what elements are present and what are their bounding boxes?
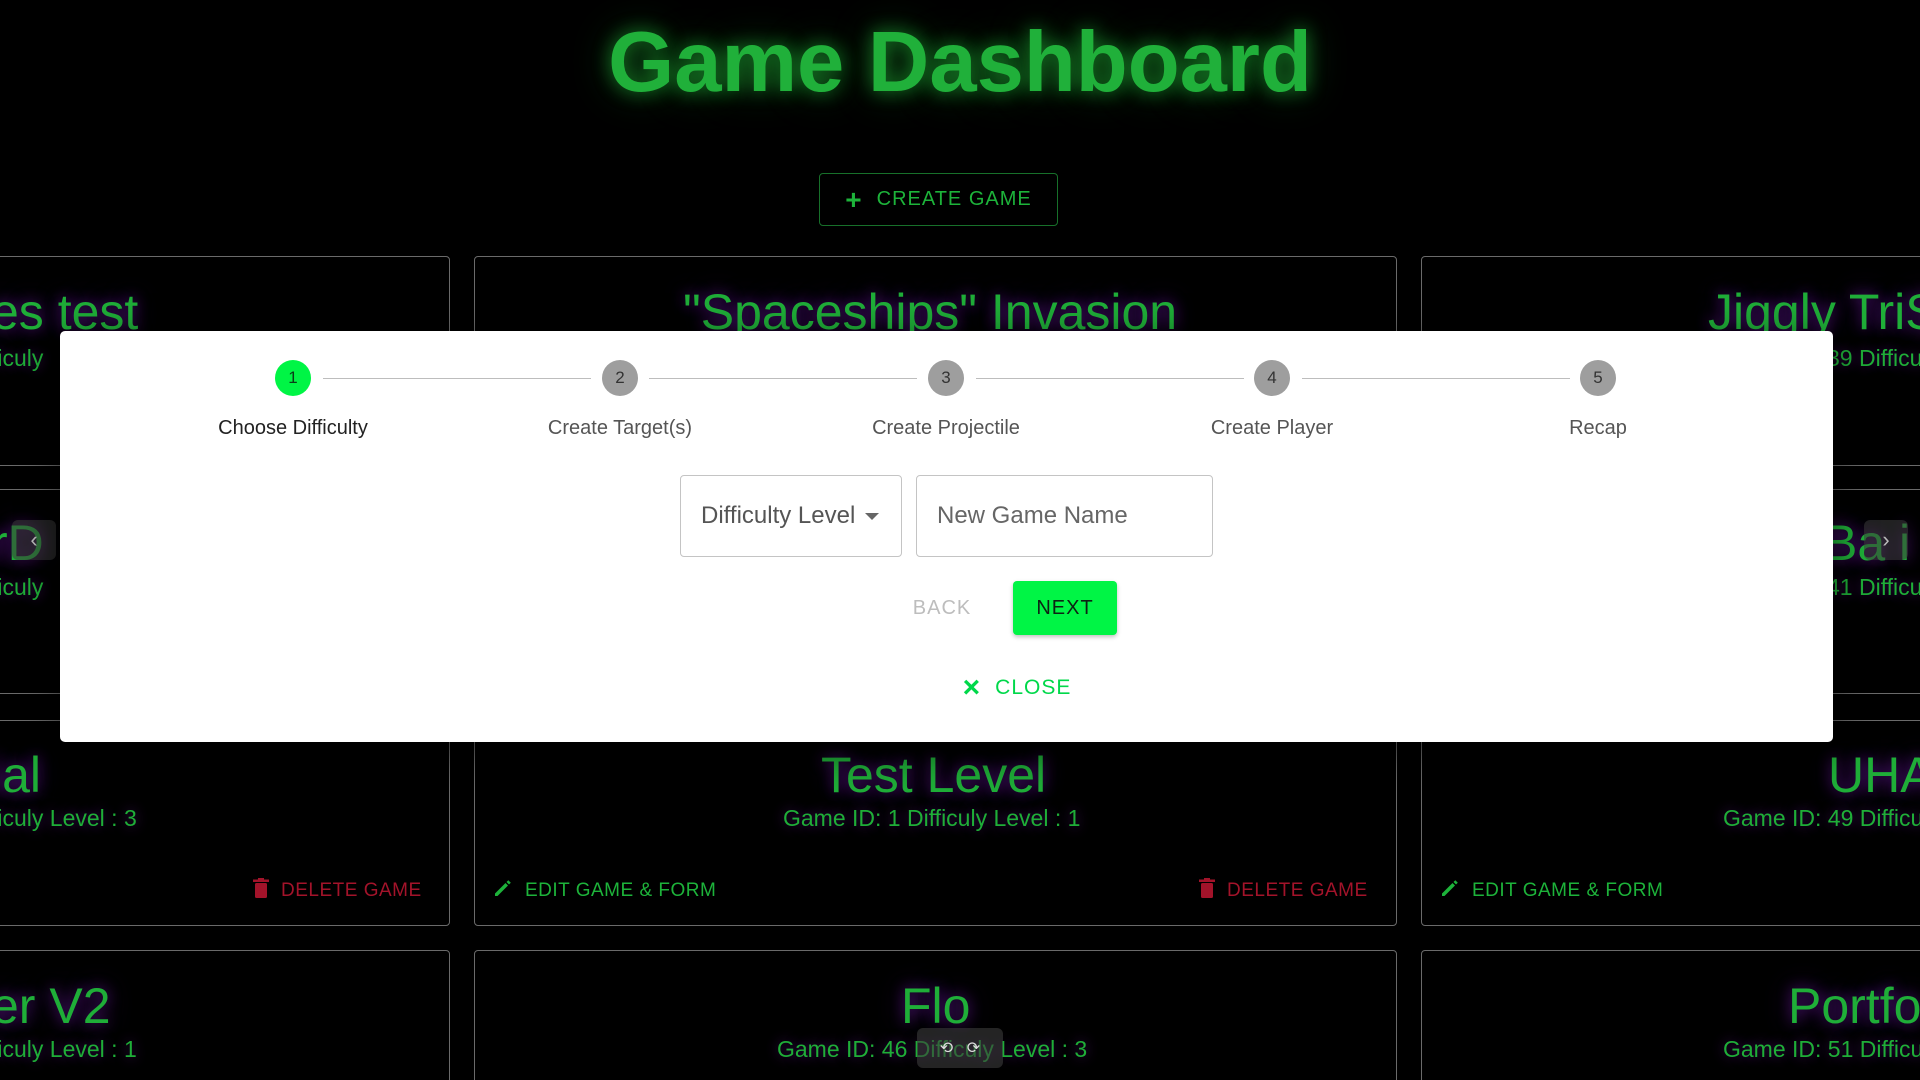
step-label: Recap	[1569, 417, 1627, 439]
step-label: Create Player	[1210, 417, 1334, 439]
difficulty-level-value: Difficulty Level	[701, 502, 856, 529]
close-label: CLOSE	[995, 676, 1072, 699]
step-number: 3	[928, 360, 964, 396]
close-button[interactable]: × CLOSE	[942, 668, 1092, 708]
step-number: 4	[1254, 360, 1290, 396]
step-label: Create Projectile	[872, 417, 1020, 439]
difficulty-level-select[interactable]: Difficulty Level	[680, 475, 902, 557]
step-recap: 5 Recap	[1435, 360, 1761, 440]
step-choose-difficulty: 1 Choose Difficulty	[130, 360, 456, 440]
zoom-control: ⟲ ⟳	[917, 1028, 1003, 1068]
caret-down-icon	[865, 512, 880, 520]
step-create-projectile: 3 Create Projectile	[783, 360, 1109, 440]
game-name-input[interactable]	[916, 475, 1213, 557]
rotate-left-icon[interactable]: ⟲	[940, 1038, 953, 1058]
create-game-dialog: 1 Choose Difficulty 2 Create Target(s) 3…	[60, 331, 1833, 742]
step-create-player: 4 Create Player	[1109, 360, 1435, 440]
step-number: 1	[275, 360, 311, 396]
close-icon: ×	[962, 671, 982, 704]
step-number: 2	[602, 360, 638, 396]
step-create-targets: 2 Create Target(s)	[457, 360, 783, 440]
rotate-right-icon[interactable]: ⟳	[967, 1038, 980, 1058]
step-label: Choose Difficulty	[218, 417, 368, 439]
back-button[interactable]: BACK	[896, 581, 988, 635]
step-label: Create Target(s)	[547, 417, 693, 439]
step-number: 5	[1580, 360, 1616, 396]
next-button[interactable]: NEXT	[1013, 581, 1117, 635]
